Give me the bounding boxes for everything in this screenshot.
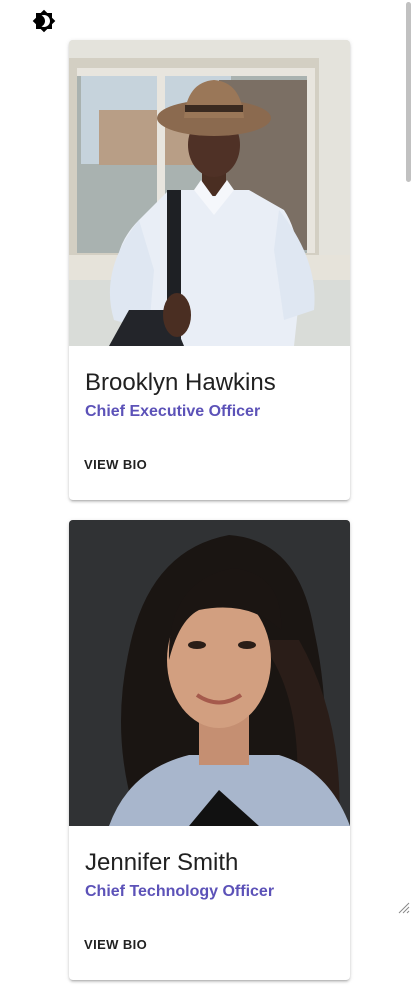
brightness-icon bbox=[32, 9, 56, 33]
profile-photo bbox=[69, 40, 350, 346]
scrollbar-thumb[interactable] bbox=[406, 2, 411, 182]
profile-photo bbox=[69, 520, 350, 826]
theme-toggle-button[interactable] bbox=[32, 9, 56, 33]
scrollbar[interactable] bbox=[404, 0, 412, 915]
member-role: Chief Executive Officer bbox=[85, 403, 261, 420]
view-bio-button[interactable]: VIEW BIO bbox=[84, 457, 147, 472]
member-name: Jennifer Smith bbox=[85, 849, 239, 876]
resize-grip-icon[interactable] bbox=[398, 901, 410, 914]
view-bio-button[interactable]: VIEW BIO bbox=[84, 937, 147, 952]
member-role: Chief Technology Officer bbox=[85, 883, 275, 900]
team-card: Jennifer Smith Chief Technology Officer … bbox=[69, 520, 350, 980]
team-card: Brooklyn Hawkins Chief Executive Officer… bbox=[69, 40, 350, 500]
team-card-list: Brooklyn Hawkins Chief Executive Officer… bbox=[69, 40, 350, 1000]
member-name: Brooklyn Hawkins bbox=[85, 369, 276, 396]
